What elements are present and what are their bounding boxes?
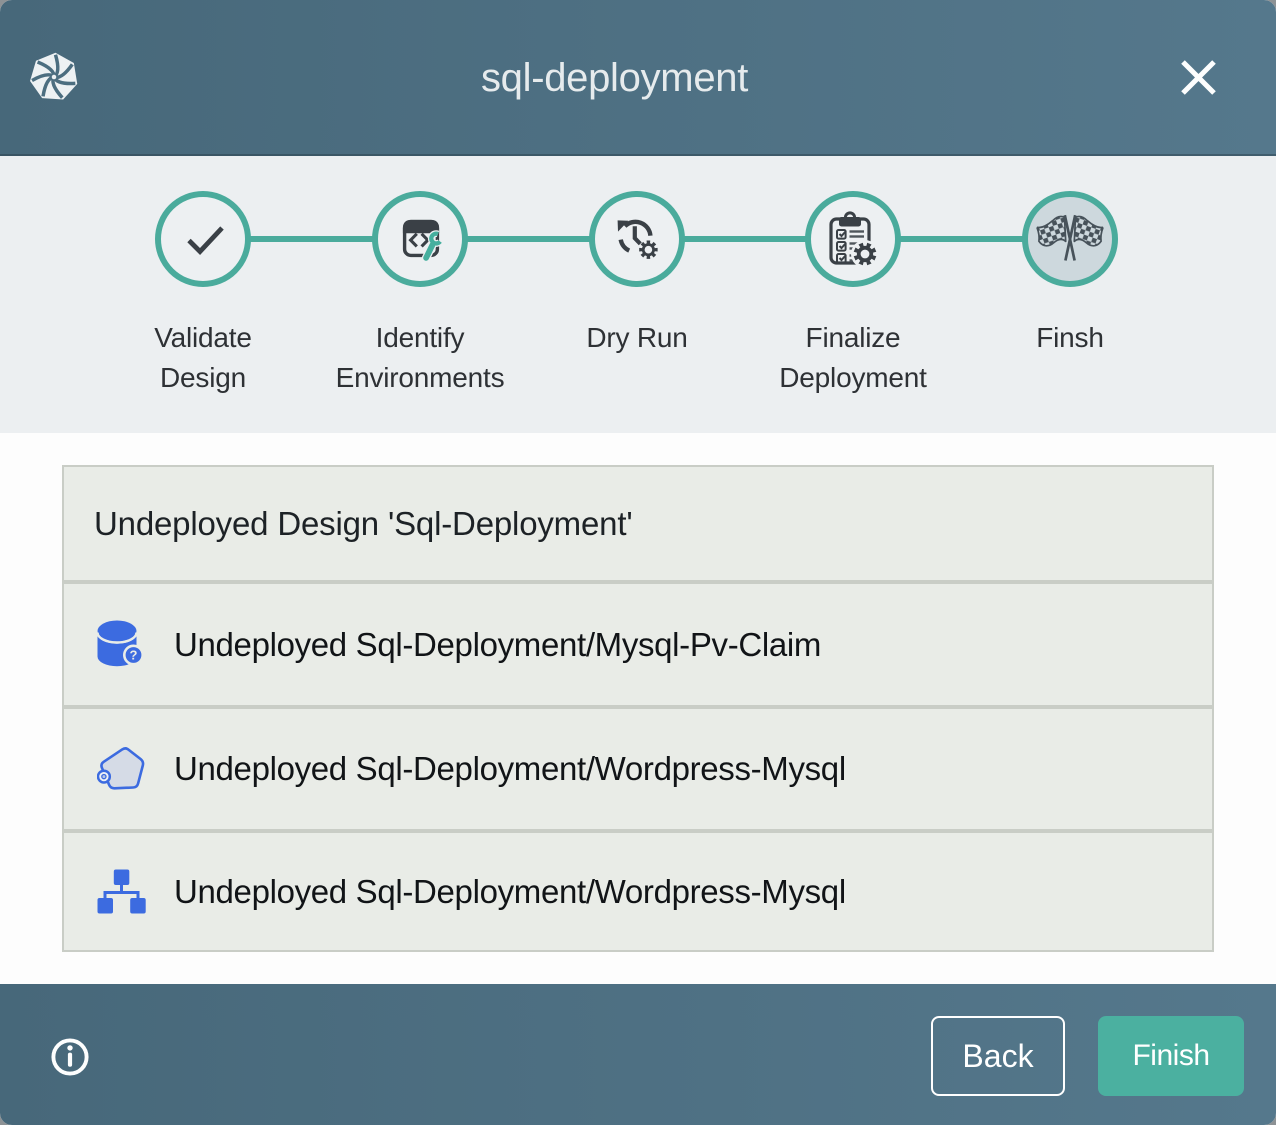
svg-text:?: ? <box>130 647 138 662</box>
